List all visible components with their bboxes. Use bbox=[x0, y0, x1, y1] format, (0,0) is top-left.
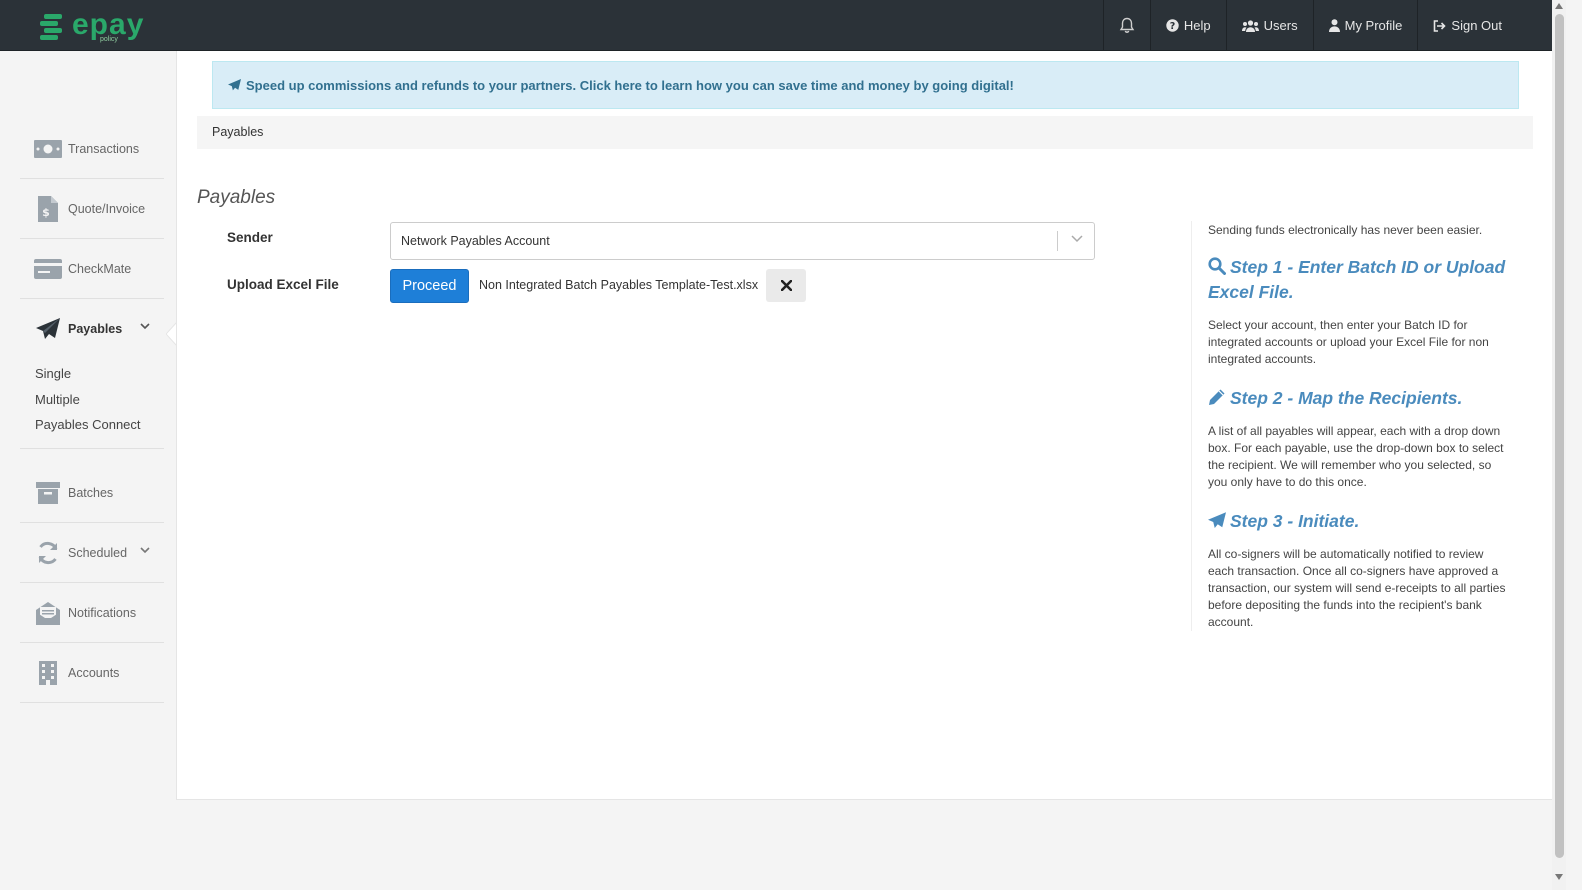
sidebar-item-label: Payables bbox=[68, 322, 123, 336]
sidebar-item-notifications[interactable]: Notifications bbox=[20, 583, 164, 643]
sidebar: Transactions $ Quote/Invoice CheckMate P… bbox=[0, 51, 176, 890]
search-icon bbox=[1208, 257, 1226, 275]
sender-selected-value: Network Payables Account bbox=[401, 234, 550, 248]
envelope-open-icon bbox=[34, 599, 62, 627]
divider bbox=[20, 448, 164, 449]
select-separator bbox=[1057, 231, 1058, 251]
building-icon bbox=[34, 659, 62, 687]
help-intro: Sending funds electronically has never b… bbox=[1208, 223, 1483, 237]
sidebar-item-accounts[interactable]: Accounts bbox=[20, 643, 164, 703]
scroll-down-icon[interactable] bbox=[1555, 874, 1563, 880]
alert-text: Speed up commissions and refunds to your… bbox=[246, 77, 1014, 93]
promo-alert-banner[interactable]: Speed up commissions and refunds to your… bbox=[212, 61, 1519, 109]
svg-text:?: ? bbox=[1170, 21, 1176, 32]
bell-icon bbox=[1119, 17, 1135, 33]
payables-submenu: Single Multiple Payables Connect bbox=[35, 361, 141, 438]
paper-plane-icon bbox=[34, 315, 62, 343]
sign-out-icon bbox=[1434, 19, 1447, 32]
help-label: Help bbox=[1183, 18, 1211, 33]
sidebar-item-transactions[interactable]: Transactions bbox=[20, 119, 164, 179]
sidebar-item-quote-invoice[interactable]: $ Quote/Invoice bbox=[20, 179, 164, 239]
users-link[interactable]: Users bbox=[1225, 0, 1313, 51]
breadcrumb-item[interactable]: Payables bbox=[212, 125, 263, 139]
users-label: Users bbox=[1263, 18, 1298, 33]
svg-text:$: $ bbox=[42, 206, 50, 219]
sign-out-label: Sign Out bbox=[1451, 18, 1502, 33]
top-navbar: epay policy ? Help Users My Profile Sign… bbox=[0, 0, 1566, 51]
page-scrollbar[interactable] bbox=[1552, 0, 1566, 890]
money-bill-icon bbox=[34, 135, 62, 163]
top-nav: ? Help Users My Profile Sign Out bbox=[1102, 0, 1566, 51]
my-profile-link[interactable]: My Profile bbox=[1312, 0, 1418, 51]
step-1-heading: Step 1 - Enter Batch ID or Upload Excel … bbox=[1208, 257, 1506, 302]
step-3-heading: Step 3 - Initiate. bbox=[1208, 509, 1511, 534]
paper-plane-icon bbox=[1208, 512, 1226, 528]
step-2-heading: Step 2 - Map the Recipients. bbox=[1208, 386, 1511, 411]
chevron-down-icon bbox=[140, 323, 150, 330]
sign-out-link[interactable]: Sign Out bbox=[1417, 0, 1566, 51]
question-circle-icon: ? bbox=[1166, 19, 1179, 32]
brand-sub: policy bbox=[100, 36, 118, 43]
close-icon bbox=[780, 280, 792, 291]
my-profile-label: My Profile bbox=[1344, 18, 1403, 33]
sidebar-item-batches[interactable]: Batches bbox=[20, 463, 164, 523]
breadcrumb: Payables bbox=[197, 116, 1533, 149]
logo-mark-icon bbox=[40, 14, 62, 40]
sidebar-item-label: Quote/Invoice bbox=[68, 201, 146, 216]
help-panel: Sending funds electronically has never b… bbox=[1191, 221, 1511, 631]
scroll-thumb[interactable] bbox=[1555, 14, 1564, 858]
refresh-icon bbox=[34, 539, 62, 567]
step-3-description: All co-signers will be automatically not… bbox=[1208, 547, 1506, 629]
epay-logo[interactable]: epay policy bbox=[38, 8, 150, 46]
user-icon bbox=[1328, 19, 1340, 32]
users-icon bbox=[1241, 19, 1259, 32]
chevron-down-icon bbox=[140, 547, 150, 554]
sidebar-item-label: Notifications bbox=[68, 605, 137, 620]
submenu-item-single[interactable]: Single bbox=[35, 361, 141, 387]
sidebar-item-label: Batches bbox=[68, 485, 114, 500]
notifications-bell-button[interactable] bbox=[1102, 0, 1150, 51]
help-link[interactable]: ? Help bbox=[1149, 0, 1226, 51]
paper-plane-icon bbox=[228, 79, 241, 91]
invoice-icon: $ bbox=[34, 195, 62, 223]
submenu-item-multiple[interactable]: Multiple bbox=[35, 387, 141, 413]
step-2-description: A list of all payables will appear, each… bbox=[1208, 424, 1504, 489]
sidebar-item-checkmate[interactable]: CheckMate bbox=[20, 239, 164, 299]
upload-excel-label: Upload Excel File bbox=[227, 277, 339, 292]
sidebar-item-label: Transactions bbox=[68, 141, 140, 156]
sidebar-item-scheduled[interactable]: Scheduled bbox=[20, 523, 164, 583]
proceed-button[interactable]: Proceed bbox=[390, 269, 469, 303]
main-content: Speed up commissions and refunds to your… bbox=[176, 51, 1552, 800]
pencil-icon bbox=[1209, 389, 1225, 405]
archive-box-icon bbox=[34, 479, 62, 507]
uploaded-file-name: Non Integrated Batch Payables Template-T… bbox=[479, 278, 759, 292]
step-1-description: Select your account, then enter your Bat… bbox=[1208, 318, 1489, 366]
chevron-down-icon bbox=[1071, 235, 1083, 243]
page-title: Payables bbox=[197, 187, 276, 208]
sidebar-item-label: Accounts bbox=[68, 665, 120, 680]
check-card-icon bbox=[34, 255, 62, 283]
sidebar-item-label: CheckMate bbox=[68, 261, 132, 276]
sender-label: Sender bbox=[227, 230, 273, 245]
submenu-item-payables-connect[interactable]: Payables Connect bbox=[35, 412, 141, 438]
sidebar-item-label: Scheduled bbox=[68, 545, 128, 560]
scroll-up-icon[interactable] bbox=[1555, 3, 1563, 9]
sidebar-item-payables[interactable]: Payables bbox=[20, 299, 164, 359]
remove-file-button[interactable] bbox=[766, 269, 806, 302]
sender-select[interactable]: Network Payables Account bbox=[390, 222, 1095, 260]
